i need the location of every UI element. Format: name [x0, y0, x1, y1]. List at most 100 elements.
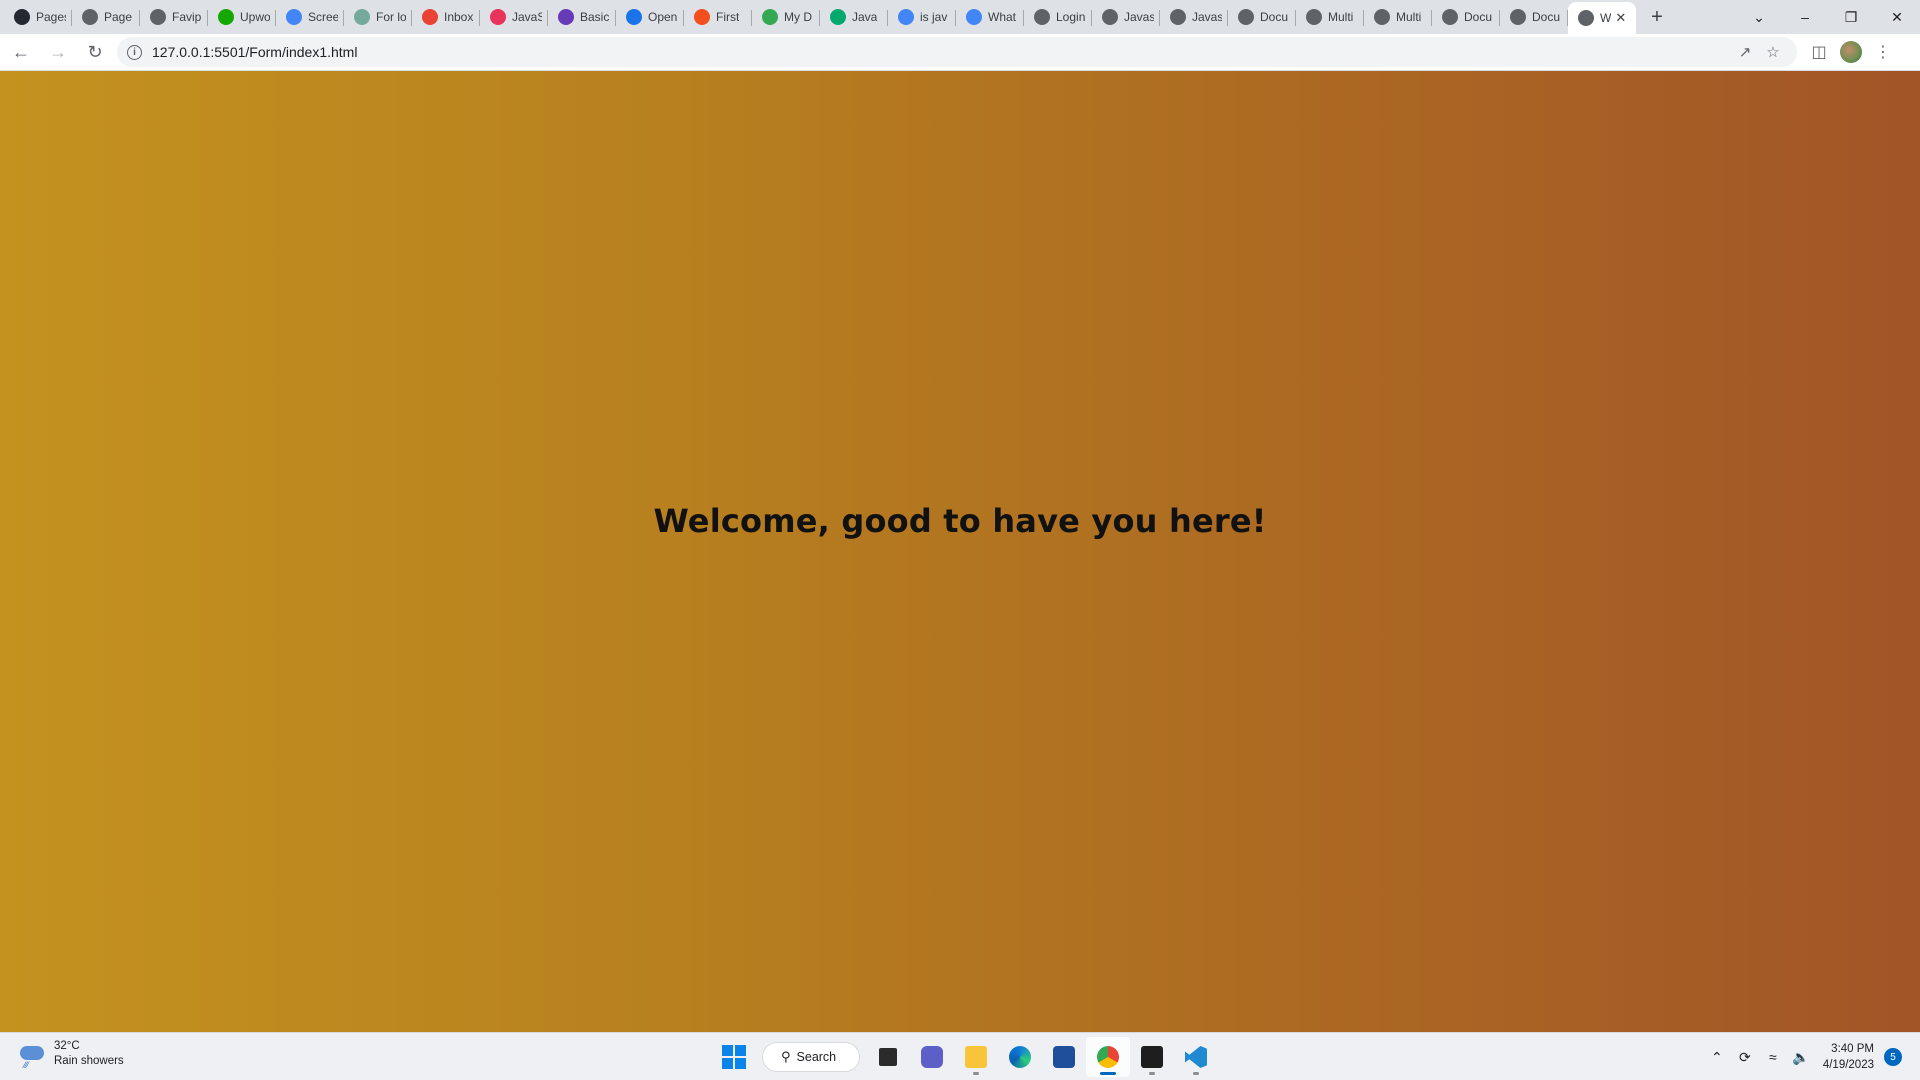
teams-chat-icon[interactable]: [910, 1037, 954, 1077]
file-explorer-icon[interactable]: [954, 1037, 998, 1077]
store-icon[interactable]: [1042, 1037, 1086, 1077]
wifi-icon[interactable]: ≈: [1759, 1039, 1787, 1075]
notification-badge[interactable]: 5: [1884, 1048, 1902, 1066]
upwork-icon: [218, 9, 234, 25]
active-browser-tab[interactable]: W ✕: [1568, 2, 1636, 34]
tab-title: First: [716, 10, 740, 24]
forward-button[interactable]: →: [42, 36, 74, 68]
figma-icon: [694, 9, 710, 25]
site-info-icon[interactable]: i: [127, 44, 142, 60]
bookmark-star-icon[interactable]: ☆: [1759, 43, 1787, 61]
tab-search-icon[interactable]: ⌄: [1736, 0, 1782, 34]
browser-tab[interactable]: Docu: [1432, 0, 1500, 34]
clock[interactable]: 3:40 PM 4/19/2023: [1823, 1041, 1874, 1073]
forms-icon: [558, 9, 574, 25]
google-icon: [966, 9, 982, 25]
drive-icon: [762, 9, 778, 25]
volume-icon[interactable]: 🔈: [1787, 1039, 1815, 1075]
browser-tab[interactable]: Docu: [1228, 0, 1296, 34]
tab-title: Login: [1056, 10, 1086, 24]
toolbar-right: ◫ ⋮: [1803, 36, 1899, 68]
gmail-icon: [422, 9, 438, 25]
globe-icon: [1510, 9, 1526, 25]
browser-toolbar: ← → ↻ i 127.0.0.1:5501/Form/index1.html …: [0, 34, 1920, 71]
sync-icon[interactable]: ⟳: [1731, 1039, 1759, 1075]
tab-title: Javas: [1192, 10, 1222, 24]
address-bar[interactable]: i 127.0.0.1:5501/Form/index1.html ↗ ☆: [117, 37, 1797, 67]
edge-icon[interactable]: [998, 1037, 1042, 1077]
menu-icon[interactable]: ⋮: [1867, 36, 1899, 68]
minimize-button[interactable]: –: [1782, 0, 1828, 34]
vscode-icon[interactable]: [1174, 1037, 1218, 1077]
tab-strip: Pages Page Favip Upwo Scree For lo Inbox JavaS B…: [0, 0, 1920, 34]
side-panel-icon[interactable]: ◫: [1803, 36, 1835, 68]
browser-tab[interactable]: Pages: [4, 0, 72, 34]
tab-title: My D: [784, 10, 812, 24]
tab-title: Docu: [1532, 10, 1561, 24]
tab-title: Docu: [1260, 10, 1289, 24]
browser-tab[interactable]: Javas: [1160, 0, 1228, 34]
restore-button[interactable]: ❐: [1828, 0, 1874, 34]
browser-tab[interactable]: What: [956, 0, 1024, 34]
browser-tab[interactable]: For lo: [344, 0, 412, 34]
globe-icon: [1238, 9, 1254, 25]
task-view-icon[interactable]: [866, 1037, 910, 1077]
weather-widget[interactable]: ⁄⁄⁄ 32°C Rain showers: [18, 1039, 124, 1070]
tab-title: Inbox: [444, 10, 474, 24]
browser-tab[interactable]: Login: [1024, 0, 1092, 34]
open-icon: [626, 9, 642, 25]
browser-tab[interactable]: is jav: [888, 0, 956, 34]
google-icon: [898, 9, 914, 25]
share-icon[interactable]: ↗: [1731, 43, 1759, 61]
w3schools-icon: [830, 9, 846, 25]
window-controls: ⌄ – ❐ ✕: [1736, 0, 1920, 34]
browser-tab[interactable]: My D: [752, 0, 820, 34]
tab-title: Javas: [1124, 10, 1154, 24]
browser-tab[interactable]: JavaS: [480, 0, 548, 34]
url-text[interactable]: 127.0.0.1:5501/Form/index1.html: [152, 44, 1731, 60]
tab-title: Pages: [36, 10, 66, 24]
new-tab-button[interactable]: +: [1640, 0, 1674, 34]
chevron-up-icon[interactable]: ⌃: [1703, 1039, 1731, 1075]
tab-title: Basic: [580, 10, 610, 24]
browser-tab[interactable]: Upwo: [208, 0, 276, 34]
docs-icon: [286, 9, 302, 25]
tab-title: What: [988, 10, 1017, 24]
browser-tab[interactable]: Multi: [1364, 0, 1432, 34]
tab-title: Multi: [1328, 10, 1354, 24]
search-label: Search: [796, 1050, 837, 1064]
browser-tab[interactable]: Docu: [1500, 0, 1568, 34]
taskbar-search[interactable]: ⚲ Search: [762, 1042, 860, 1072]
browser-tab[interactable]: Favip: [140, 0, 208, 34]
browser-tab[interactable]: Page: [72, 0, 140, 34]
reload-button[interactable]: ↻: [79, 36, 111, 68]
profile-avatar[interactable]: [1840, 41, 1862, 63]
globe-icon: [82, 9, 98, 25]
browser-tab[interactable]: Multi: [1296, 0, 1364, 34]
globe-icon: [1442, 9, 1458, 25]
taskbar: ⁄⁄⁄ 32°C Rain showers ⚲ Search ⌃ ⟳ ≈ 🔈 3…: [0, 1032, 1920, 1080]
tab-list: Pages Page Favip Upwo Scree For lo Inbox JavaS B…: [0, 0, 1636, 34]
globe-icon: [1306, 9, 1322, 25]
browser-tab[interactable]: Basic: [548, 0, 616, 34]
tab-title: W: [1600, 11, 1612, 25]
browser-tab[interactable]: Java: [820, 0, 888, 34]
tab-title: For lo: [376, 10, 406, 24]
terminal-icon[interactable]: [1130, 1037, 1174, 1077]
browser-tab[interactable]: Javas: [1092, 0, 1160, 34]
tab-title: Page: [104, 10, 133, 24]
browser-tab[interactable]: Scree: [276, 0, 344, 34]
tab-title: Docu: [1464, 10, 1493, 24]
browser-tab[interactable]: Inbox: [412, 0, 480, 34]
browser-tab[interactable]: Open: [616, 0, 684, 34]
github-icon: [14, 9, 30, 25]
close-window-button[interactable]: ✕: [1874, 0, 1920, 34]
close-tab-icon[interactable]: ✕: [1615, 10, 1626, 26]
back-button[interactable]: ←: [5, 36, 37, 68]
welcome-heading: Welcome, good to have you here!: [653, 501, 1267, 540]
browser-tab[interactable]: First: [684, 0, 752, 34]
tab-title: Favip: [172, 10, 202, 24]
start-icon[interactable]: [712, 1037, 756, 1077]
clock-time: 3:40 PM: [1831, 1043, 1874, 1055]
chrome-icon[interactable]: [1086, 1037, 1130, 1077]
